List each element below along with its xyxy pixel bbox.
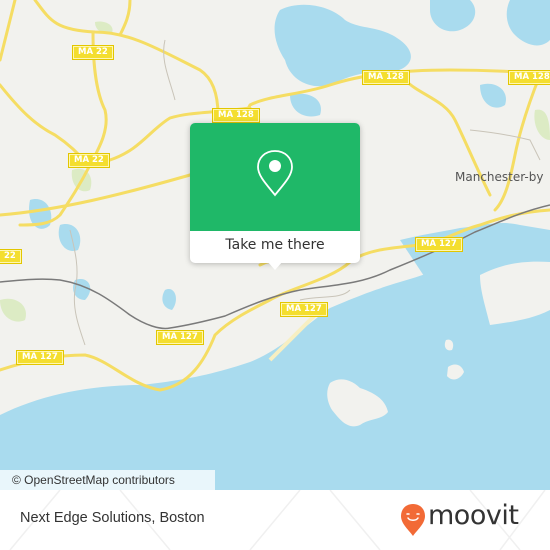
footer-bar: Next Edge Solutions, Boston moovit bbox=[0, 490, 550, 550]
road-shield-ma127: MA 127 bbox=[156, 330, 204, 345]
map-canvas[interactable]: MA 22 MA 22 22 MA 128 MA 128 MA 128 MA 1… bbox=[0, 0, 550, 490]
take-me-there-button[interactable]: Take me there bbox=[190, 231, 360, 263]
place-name: Next Edge Solutions, Boston bbox=[20, 510, 205, 526]
location-pin-icon bbox=[257, 150, 293, 197]
road-shield-ma128: MA 128 bbox=[362, 70, 410, 85]
lake-ne bbox=[430, 0, 476, 32]
road-shield-ma127: MA 127 bbox=[280, 302, 328, 317]
lake-west2 bbox=[58, 224, 81, 251]
lake-center bbox=[162, 289, 176, 310]
road-shield-ma22: 22 bbox=[0, 249, 22, 264]
park-west bbox=[0, 298, 26, 322]
park-east bbox=[534, 109, 550, 140]
lake-ne2 bbox=[506, 0, 550, 46]
moovit-wordmark: moovit bbox=[428, 500, 519, 531]
road-shield-ma22: MA 22 bbox=[68, 153, 110, 168]
place-label-manchester: Manchester-by bbox=[455, 170, 544, 184]
road-ma22-v bbox=[18, 30, 108, 227]
road-shield-ma128: MA 128 bbox=[508, 70, 550, 85]
road-shield-ma127: MA 127 bbox=[415, 237, 463, 252]
road-ma22 bbox=[0, 0, 17, 62]
destination-popup: Take me there bbox=[190, 123, 360, 270]
lake-east bbox=[480, 83, 506, 108]
moovit-pin-icon bbox=[401, 504, 425, 536]
popup-pointer bbox=[267, 261, 283, 270]
road-shield-ma22: MA 22 bbox=[72, 45, 114, 60]
road-shield-ma128: MA 128 bbox=[212, 108, 260, 123]
map-attribution[interactable]: © OpenStreetMap contributors bbox=[0, 470, 215, 490]
road-n2 bbox=[118, 0, 132, 37]
popup-header bbox=[190, 123, 360, 231]
lake-mid bbox=[290, 93, 321, 117]
road-shield-ma127: MA 127 bbox=[16, 350, 64, 365]
